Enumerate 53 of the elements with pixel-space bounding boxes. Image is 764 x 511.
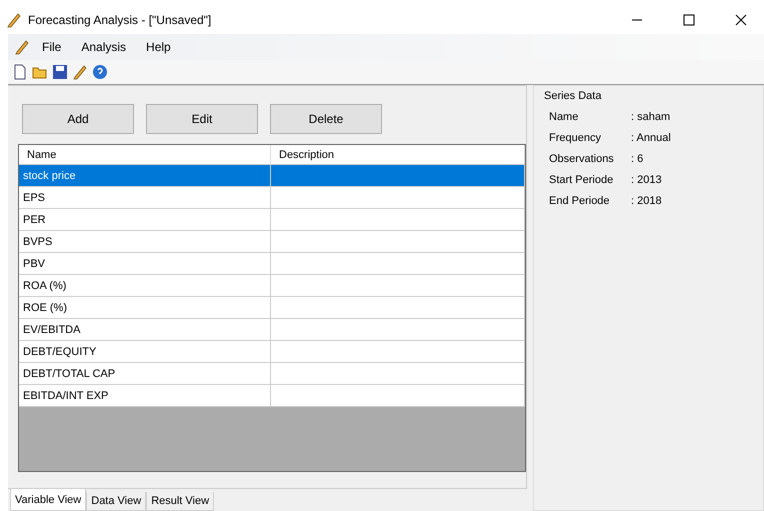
close-icon [735, 14, 747, 26]
table-cell[interactable]: EBITDA/INT EXP [19, 385, 271, 407]
tab[interactable]: Data View [86, 492, 146, 511]
field-value: : 6 [631, 153, 644, 165]
pencil-icon [6, 12, 22, 28]
save-icon[interactable] [52, 64, 68, 80]
table-cell[interactable]: DEBT/TOTAL CAP [19, 363, 271, 385]
field-label: Observations [549, 153, 615, 165]
tab[interactable]: Result View [146, 492, 214, 511]
action-button[interactable]: Delete [270, 104, 382, 134]
pencil-icon [14, 39, 30, 55]
table-cell[interactable] [271, 319, 525, 341]
table-cell[interactable]: DEBT/EQUITY [19, 341, 271, 363]
table-cell[interactable]: EV/EBITDA [19, 319, 271, 341]
field-label: Frequency [549, 132, 602, 144]
action-button[interactable]: Add [22, 104, 134, 134]
table-cell[interactable] [271, 385, 525, 407]
menu-item[interactable]: Help [138, 38, 179, 56]
menu-item[interactable]: File [34, 38, 70, 56]
new-file-icon[interactable] [12, 64, 28, 80]
column-header[interactable]: Description [271, 145, 525, 165]
table-cell[interactable] [271, 165, 525, 187]
table-cell[interactable] [271, 187, 525, 209]
column-header[interactable]: Name [19, 145, 271, 165]
group-title: Series Data [544, 90, 602, 102]
field-label: Start Periode [549, 174, 614, 186]
table-cell[interactable]: ROE (%) [19, 297, 271, 319]
action-button[interactable]: Edit [146, 104, 258, 134]
table-cell[interactable] [271, 275, 525, 297]
table-cell[interactable] [271, 209, 525, 231]
tab[interactable]: Variable View [10, 489, 86, 511]
field-value: : 2013 [631, 174, 663, 186]
maximize-icon [683, 14, 695, 26]
pencil-icon[interactable] [72, 64, 88, 80]
field-label: End Periode [549, 195, 611, 207]
table-cell[interactable] [271, 363, 525, 385]
table-cell[interactable] [271, 297, 525, 319]
table-cell[interactable]: EPS [19, 187, 271, 209]
window-title: Forecasting Analysis - ["Unsaved"] [28, 13, 212, 27]
field-value: : 2018 [631, 195, 663, 207]
menu-item[interactable]: Analysis [73, 38, 134, 56]
table-cell[interactable]: PBV [19, 253, 271, 275]
table-cell[interactable]: PER [19, 209, 271, 231]
field-label: Name [549, 111, 580, 123]
table-cell[interactable]: BVPS [19, 231, 271, 253]
table-cell[interactable] [271, 231, 525, 253]
help-icon[interactable] [92, 64, 108, 80]
field-value: : saham [631, 111, 672, 123]
table-cell[interactable]: stock price [19, 165, 271, 187]
table-cell[interactable] [271, 341, 525, 363]
table-cell[interactable] [271, 253, 525, 275]
field-value: : Annual [631, 132, 672, 144]
table-cell[interactable]: ROA (%) [19, 275, 271, 297]
